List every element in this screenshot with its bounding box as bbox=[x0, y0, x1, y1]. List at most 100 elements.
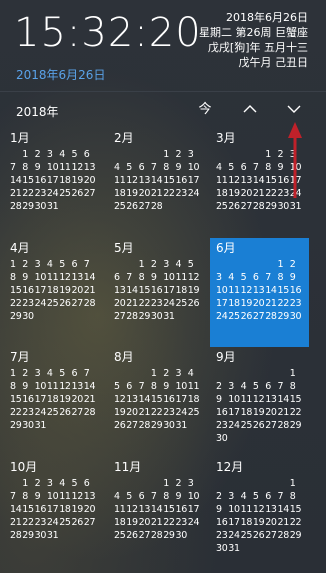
day-empty bbox=[228, 477, 240, 490]
day-cell: 11 bbox=[59, 162, 71, 173]
day-cell: 26 bbox=[252, 420, 265, 431]
day-cell: 4 bbox=[114, 162, 120, 173]
day-cell: 7 bbox=[277, 491, 284, 502]
day-cell: 16 bbox=[163, 394, 175, 405]
month-tile[interactable]: 8月 1 2 3 4 5 6 7 8 9 10 11 12 13 14 15 16 17 18 19 20 21 22 23 2… bbox=[108, 347, 207, 456]
day-empty bbox=[265, 258, 277, 271]
day-cell: 25 bbox=[114, 201, 126, 212]
day-cell: 1 bbox=[163, 478, 169, 489]
year-label[interactable]: 2018年 bbox=[16, 103, 59, 120]
day-cell: 26 bbox=[126, 530, 138, 541]
day-cell: 11 bbox=[46, 381, 59, 392]
month-name: 9月 bbox=[216, 350, 236, 364]
day-cell: 20 bbox=[138, 517, 151, 528]
month-tile[interactable]: 11月 1 2 3 4 5 6 7 8 9 10 11 12 13 14 15 16 17 18 19 20 21 22 23… bbox=[108, 457, 207, 566]
day-cell: 25 bbox=[46, 407, 59, 418]
date-link[interactable]: 2018年6月26日 bbox=[16, 66, 105, 83]
day-cell: 6 bbox=[138, 491, 145, 502]
day-cell: 22 bbox=[10, 407, 22, 418]
day-empty bbox=[126, 477, 138, 490]
day-empty bbox=[126, 367, 138, 380]
day-cell: 3 bbox=[46, 149, 53, 160]
day-cell: 31 bbox=[46, 201, 59, 212]
day-cell: 2 bbox=[175, 149, 182, 160]
month-tile[interactable]: 2月 1 2 3 4 5 6 7 8 9 10 11 12 13 14 15 16 17 18 19 20 21 22 23 2… bbox=[108, 128, 207, 237]
day-cell: 29 bbox=[10, 420, 22, 431]
today-button[interactable]: 今 bbox=[193, 98, 217, 122]
day-cell: 2 bbox=[175, 478, 182, 489]
day-cell: 23 bbox=[22, 407, 34, 418]
day-cell: 12 bbox=[240, 285, 253, 296]
day-empty bbox=[216, 258, 228, 271]
chevron-down-icon[interactable] bbox=[282, 98, 306, 122]
day-cell: 14 bbox=[138, 394, 151, 405]
day-cell: 8 bbox=[163, 162, 169, 173]
day-cell: 20 bbox=[240, 188, 253, 199]
day-empty bbox=[151, 148, 163, 161]
day-cell: 24 bbox=[187, 188, 200, 199]
day-cell: 26 bbox=[240, 311, 253, 322]
day-cell: 29 bbox=[150, 420, 163, 431]
clock-time: 15:32:20 bbox=[14, 10, 202, 56]
day-cell: 22 bbox=[289, 517, 302, 528]
day-cell: 27 bbox=[138, 201, 151, 212]
day-cell: 22 bbox=[163, 188, 175, 199]
day-cell: 29 bbox=[289, 530, 302, 541]
day-cell: 21 bbox=[265, 298, 277, 309]
day-cell: 2 bbox=[34, 478, 41, 489]
day-cell: 2 bbox=[163, 368, 169, 379]
month-tile[interactable]: 1月 1 2 3 4 5 6 7 8 9 10 11 12 13 14 15 16 17 18 19 20 21 22 23 2… bbox=[4, 128, 103, 237]
day-cell: 18 bbox=[240, 517, 253, 528]
day-cell: 26 bbox=[228, 201, 240, 212]
day-cell: 3 bbox=[228, 381, 235, 392]
chevron-up-icon[interactable] bbox=[238, 98, 262, 122]
month-tile[interactable]: 4月 1 2 3 4 5 6 7 8 9 10 11 12 13 14 15 16 17 18 19 20 21 22 23 2… bbox=[4, 238, 103, 347]
day-cell: 9 bbox=[216, 394, 222, 405]
day-cell: 6 bbox=[83, 478, 90, 489]
day-empty bbox=[228, 258, 240, 271]
day-cell: 20 bbox=[126, 407, 138, 418]
day-empty bbox=[139, 367, 151, 380]
day-cell: 22 bbox=[163, 517, 175, 528]
lunar-line-date: 2018年6月26日 bbox=[226, 11, 308, 24]
day-cell: 24 bbox=[46, 188, 59, 199]
day-empty bbox=[241, 432, 253, 445]
day-cell: 29 bbox=[138, 311, 151, 322]
day-cell: 10 bbox=[187, 162, 200, 173]
day-cell: 20 bbox=[114, 298, 126, 309]
day-cell: 31 bbox=[163, 311, 175, 322]
day-cell: 25 bbox=[187, 407, 200, 418]
day-cell: 7 bbox=[252, 162, 259, 173]
day-empty bbox=[241, 477, 253, 490]
day-cell: 29 bbox=[265, 201, 277, 212]
day-cell: 16 bbox=[289, 285, 302, 296]
day-empty bbox=[216, 148, 228, 161]
month-tile[interactable]: 10月 1 2 3 4 5 6 7 8 9 10 11 12 13 14 15 16 17 18 19 20 21 22 23… bbox=[4, 457, 103, 566]
month-tile[interactable]: 5月 1 2 3 4 5 6 7 8 9 10 11 12 13 14 15 16 17 18 19 20 21 22 23 2… bbox=[108, 238, 207, 347]
day-cell: 12 bbox=[59, 381, 71, 392]
day-cell: 21 bbox=[83, 285, 96, 296]
day-cell: 22 bbox=[10, 298, 22, 309]
day-empty bbox=[139, 148, 151, 161]
day-cell: 7 bbox=[150, 162, 157, 173]
day-cell: 13 bbox=[71, 381, 83, 392]
day-cell: 30 bbox=[289, 311, 302, 322]
day-cell: 10 bbox=[216, 285, 228, 296]
day-cell: 3 bbox=[187, 478, 194, 489]
month-tile[interactable]: 7月 1 2 3 4 5 6 7 8 9 10 11 12 13 14 15 16 17 18 19 20 21 22 23 2… bbox=[4, 347, 103, 456]
month-tile[interactable]: 6月 1 2 3 4 5 6 7 8 9 10 11 12 13 14 15 16 17 18 19 20 21 22 23 2… bbox=[210, 238, 309, 347]
day-cell: 1 bbox=[163, 149, 169, 160]
day-cell: 16 bbox=[150, 285, 163, 296]
month-tile[interactable]: 9月 1 2 3 4 5 6 7 8 9 10 11 12 13 14 15 16 17 18 19 20 21 22 23 2… bbox=[210, 347, 309, 456]
day-empty bbox=[126, 148, 138, 161]
day-cell: 14 bbox=[150, 504, 163, 515]
day-cell: 5 bbox=[126, 162, 133, 173]
day-cell: 19 bbox=[228, 188, 240, 199]
day-cell: 5 bbox=[252, 491, 259, 502]
day-cell: 14 bbox=[252, 175, 265, 186]
month-days: 1234567891011121314151617181920212223242… bbox=[216, 367, 306, 445]
month-name: 8月 bbox=[114, 350, 134, 364]
month-name: 11月 bbox=[114, 460, 142, 474]
month-tile[interactable]: 12月 1 2 3 4 5 6 7 8 9 10 11 12 13 14 15 16 17 18 19 20 21 22 23… bbox=[210, 457, 309, 566]
day-cell: 11 bbox=[240, 394, 253, 405]
